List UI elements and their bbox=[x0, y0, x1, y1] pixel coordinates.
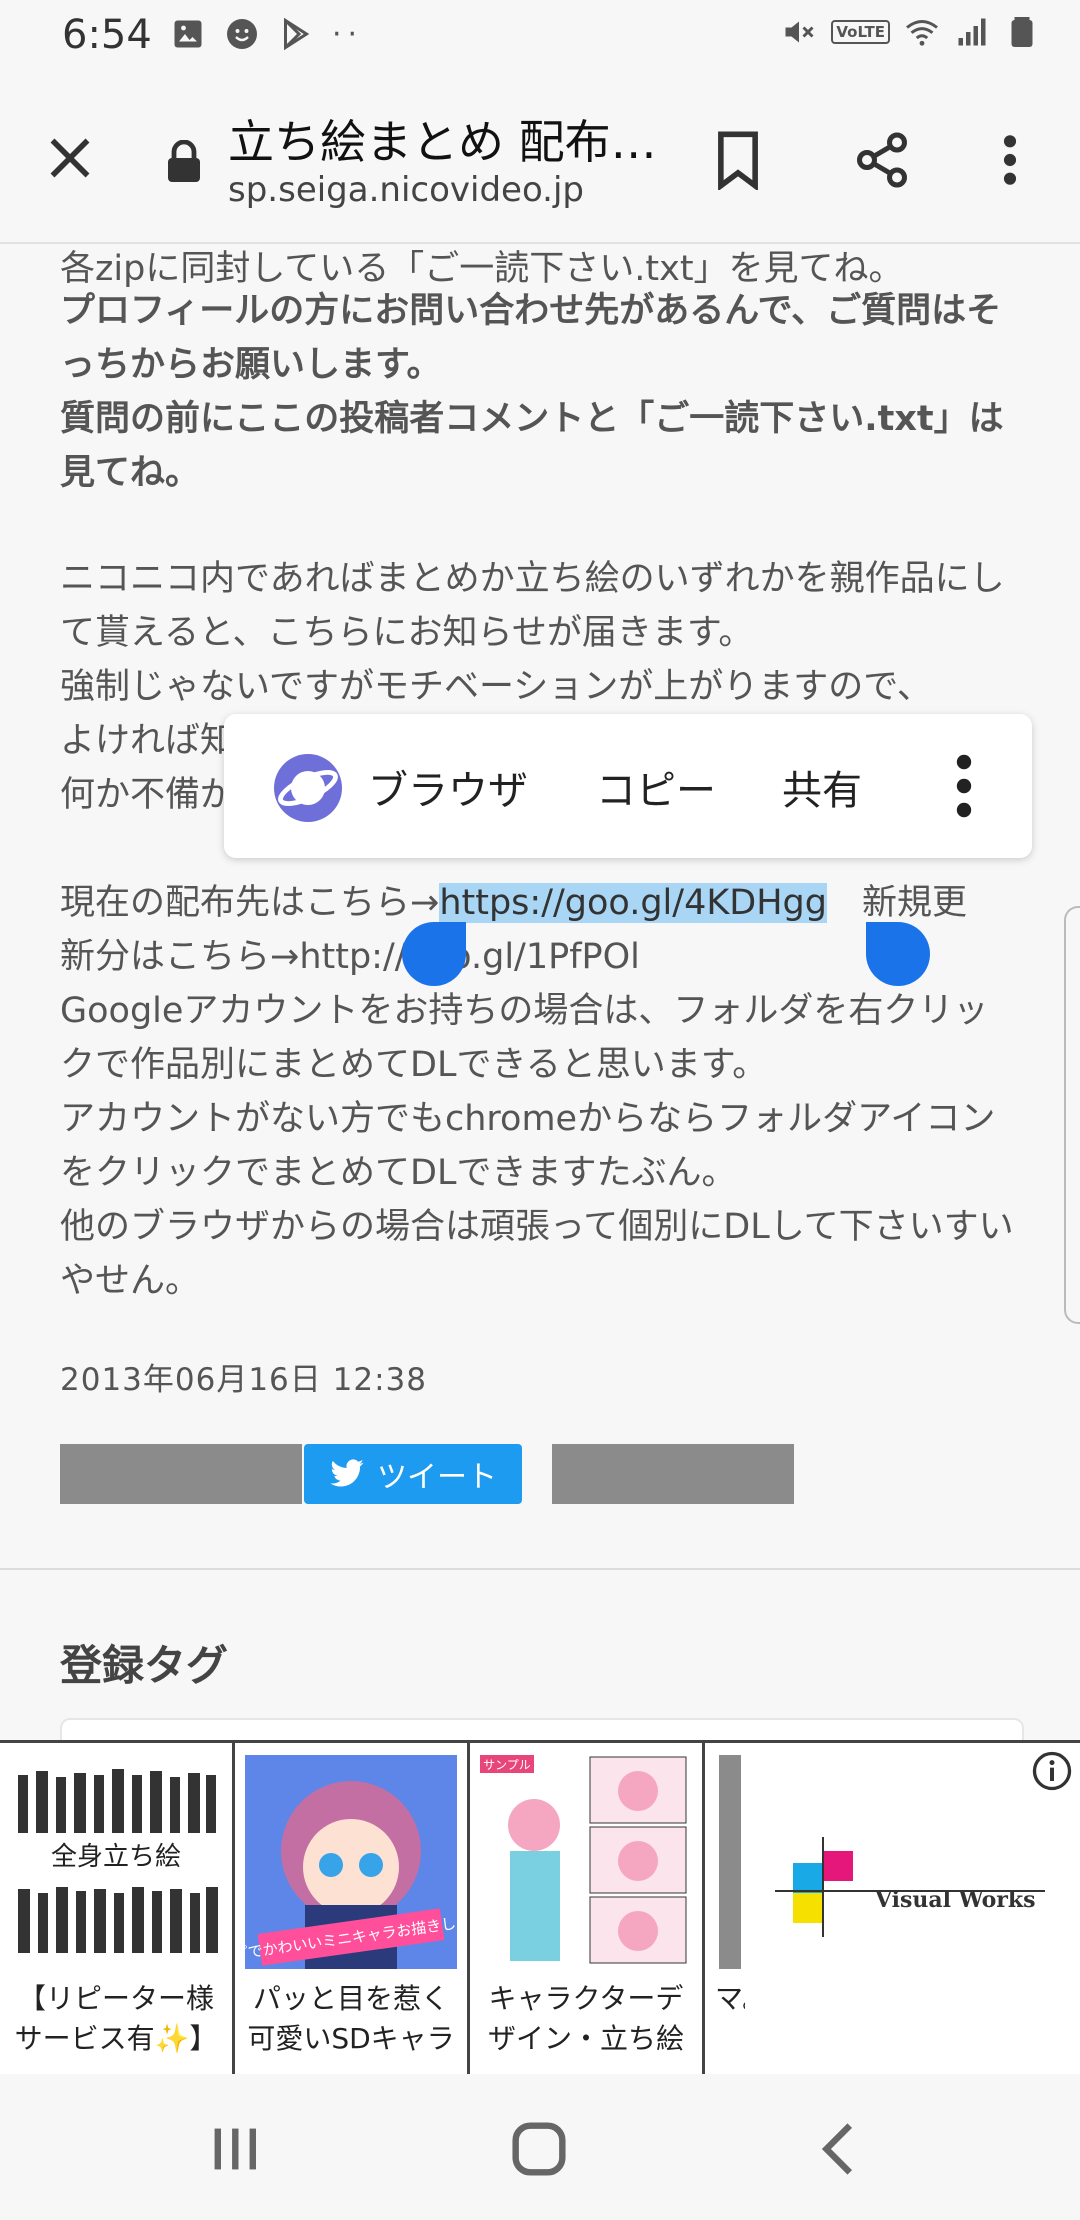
ad-info-icon[interactable] bbox=[1032, 1751, 1072, 1791]
ad-card-2[interactable]: ポップでかわいいミニキャラお描きします★ パッと目を惹く可愛いSDキャラを bbox=[235, 1743, 470, 2077]
social-button-placeholder-right[interactable] bbox=[552, 1444, 794, 1504]
play-store-icon bbox=[284, 17, 310, 51]
text-motivation: 強制じゃないですがモチベーションが上がりますので、 bbox=[60, 667, 932, 707]
ad-image-4 bbox=[719, 1755, 741, 1969]
page-content: 各zipに同封している「ご一読下さい.txt」を見てね。 プロフィールの方にお問… bbox=[0, 242, 1080, 1740]
svg-text:Visual Works: Visual Works bbox=[874, 1887, 1036, 1913]
signal-icon bbox=[958, 18, 986, 46]
ad-image-3: サンプル bbox=[480, 1755, 692, 1969]
ad-banner[interactable]: 全身立ち絵 【リピーター様サービス有✨】 ポップでかわいいミニキャラお描きします… bbox=[0, 1740, 1080, 2080]
ad-caption-3: キャラクターデザイン・立ち絵イラ bbox=[487, 1982, 684, 2063]
close-icon[interactable] bbox=[40, 128, 100, 188]
selected-link[interactable]: https://goo.gl/4KDHgg bbox=[439, 883, 827, 923]
post-date: 2013年06月16日 12:38 bbox=[60, 1362, 427, 1398]
character-lineup-illustration: 全身立ち絵 bbox=[18, 1769, 218, 1953]
samsung-internet-icon bbox=[274, 754, 342, 822]
battery-icon bbox=[1011, 17, 1033, 47]
wifi-icon bbox=[906, 20, 938, 46]
tweet-button[interactable]: ツイート bbox=[304, 1444, 522, 1504]
ad-caption-1: 【リピーター様サービス有✨】 bbox=[14, 1982, 218, 2055]
ad-caption-2: パッと目を惹く可愛いSDキャラを bbox=[247, 1982, 455, 2063]
popup-copy[interactable]: コピー bbox=[596, 758, 716, 816]
text-other-browser: 他のブラウザからの場合は頑張って個別にDLして下さいすいやせん。 bbox=[60, 1207, 1014, 1301]
share-icon bbox=[857, 132, 907, 188]
visual-works-logo: Visual Works bbox=[765, 1833, 1065, 1943]
ad-image-1: 全身立ち絵 bbox=[10, 1755, 222, 1969]
bookmark-icon bbox=[718, 131, 758, 190]
ad-card-4[interactable]: マ。 Visual Works bbox=[705, 1743, 1080, 2077]
recents-icon[interactable] bbox=[200, 2114, 270, 2184]
svg-text:全身立ち絵: 全身立ち絵 bbox=[51, 1842, 181, 1872]
tweet-label: ツイート bbox=[377, 1460, 497, 1495]
popup-share[interactable]: 共有 bbox=[782, 758, 862, 816]
tags-box bbox=[60, 1718, 1024, 1740]
mute-icon bbox=[785, 21, 814, 43]
social-button-placeholder-left[interactable] bbox=[60, 1444, 302, 1504]
dist-prefix: 現在の配布先はこちら→ bbox=[60, 883, 440, 923]
text-selection-popup: ブラウザ コピー 共有 bbox=[224, 714, 1032, 858]
more-vertical-icon bbox=[1003, 135, 1017, 185]
ad-image-2: ポップでかわいいミニキャラお描きします★ bbox=[245, 1755, 457, 1969]
more-notifications-icon: ·· bbox=[332, 16, 364, 52]
ad-caption-4: マ。 bbox=[715, 1982, 745, 2015]
bookmark-button[interactable] bbox=[698, 120, 778, 200]
twitter-bird-icon bbox=[330, 1459, 364, 1487]
character-design-illustration: サンプル bbox=[480, 1755, 687, 1964]
text-parent-work: ニコニコ内であればまとめか立ち絵のいずれかを親作品にして貰えると、こちらにお知ら… bbox=[60, 559, 1005, 653]
sd-character-illustration: ポップでかわいいミニキャラお描きします★ bbox=[245, 1781, 457, 1969]
text-read-note: 質問の前にここの投稿者コメントと「ご一読下さい.txt」は見てね。 bbox=[60, 399, 1004, 493]
tags-heading: 登録タグ bbox=[60, 1641, 229, 1690]
text-chrome: アカウントがない方でもchromeからならフォルダアイコンをクリックでまとめてD… bbox=[60, 1099, 996, 1193]
ad-card-3[interactable]: サンプル キャラクターデザイン・立ち絵イラ bbox=[470, 1743, 705, 2077]
text-google-account: Googleアカウントをお持ちの場合は、フォルダを右クリックで作品別にまとめてD… bbox=[60, 991, 989, 1085]
back-icon[interactable] bbox=[806, 2114, 876, 2184]
ad-card-1[interactable]: 全身立ち絵 【リピーター様サービス有✨】 bbox=[0, 1743, 235, 2077]
selection-handle-end[interactable] bbox=[866, 922, 930, 986]
dist-suffix: 新規更 bbox=[827, 883, 968, 923]
lock-icon bbox=[168, 140, 200, 182]
svg-text:サンプル: サンプル bbox=[483, 1758, 531, 1772]
smiley-icon bbox=[227, 19, 257, 49]
section-divider bbox=[0, 1568, 1080, 1570]
status-time: 6:54 bbox=[62, 12, 152, 58]
popup-more-icon[interactable] bbox=[944, 750, 984, 822]
scroll-edge-handle[interactable] bbox=[1064, 906, 1080, 1324]
selection-handle-start[interactable] bbox=[402, 922, 466, 986]
browser-toolbar: 立ち絵まとめ 配布… sp.seiga.nicovideo.jp bbox=[0, 74, 1080, 244]
more-menu-button[interactable] bbox=[970, 120, 1050, 200]
volte-badge: VoLTE bbox=[831, 20, 890, 44]
popup-browser[interactable]: ブラウザ bbox=[368, 758, 528, 816]
text-contact-note: プロフィールの方にお問い合わせ先があるんで、ご質問はそっちからお願いします。 bbox=[60, 291, 1002, 385]
page-url[interactable]: sp.seiga.nicovideo.jp bbox=[228, 170, 584, 210]
page-title[interactable]: 立ち絵まとめ 配布… bbox=[228, 106, 658, 172]
gallery-icon bbox=[174, 20, 202, 48]
home-icon[interactable] bbox=[504, 2114, 574, 2184]
share-button[interactable] bbox=[842, 120, 922, 200]
system-nav-bar bbox=[0, 2074, 1080, 2220]
status-bar: 6:54 ·· VoLTE bbox=[0, 0, 1080, 74]
